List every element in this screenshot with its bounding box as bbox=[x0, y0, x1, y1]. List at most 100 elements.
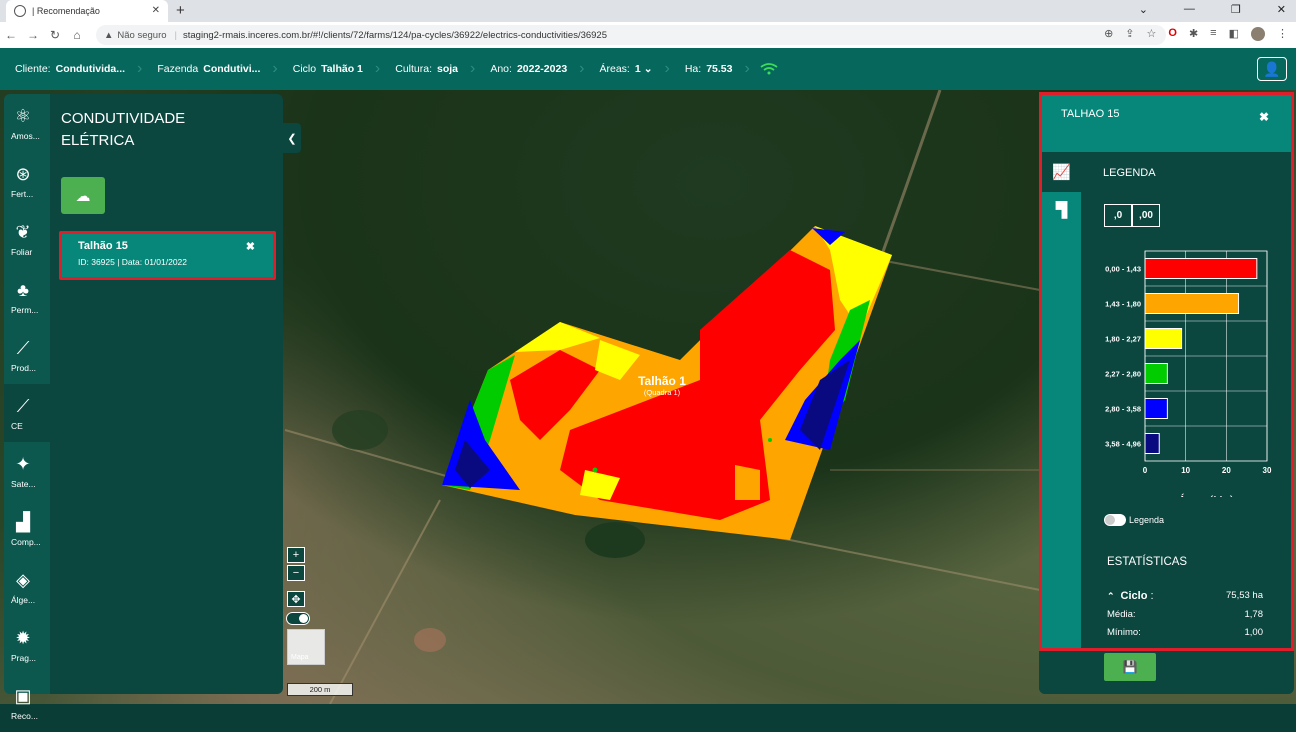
close-tab-icon[interactable]: ✕ bbox=[152, 5, 160, 16]
minimize-icon[interactable]: — bbox=[1184, 3, 1195, 16]
rail-item-satelite[interactable]: ✦ Sate... bbox=[4, 442, 50, 500]
bar bbox=[1144, 433, 1160, 454]
wifi-icon bbox=[760, 63, 778, 75]
stat-ciclo[interactable]: ⌃ Ciclo : 75,53 ha bbox=[1107, 590, 1263, 602]
right-panel-footer bbox=[1039, 651, 1294, 694]
browser-extensions: ⊕ ⇪ ☆ O ✱ ≡ ◧ ⋮ bbox=[1104, 27, 1288, 41]
category-label: 1,43 - 1,80 bbox=[1105, 300, 1141, 309]
x-tick-label: 30 bbox=[1263, 466, 1272, 475]
conductivity-list-item[interactable]: Talhão 15 ID: 36925 | Data: 01/01/2022 ✖ bbox=[59, 231, 276, 280]
legend-chart: 0 10 20 30 0,00 - 1,43 1,43 - 1,80 1,80 - 2,27… bbox=[1105, 250, 1272, 497]
rail-item-foliar[interactable]: ❦ Foliar bbox=[4, 210, 50, 268]
legend-toggle[interactable]: Legenda bbox=[1104, 514, 1164, 526]
minus-icon: − bbox=[292, 567, 300, 579]
tab-style[interactable]: ▜ bbox=[1042, 192, 1081, 228]
rail-item-compactacao[interactable]: ▟ Comp... bbox=[4, 500, 50, 558]
close-window-icon[interactable]: ✕ bbox=[1277, 3, 1286, 16]
tab-chart[interactable]: 📈 bbox=[1042, 152, 1081, 192]
chart-line-icon: ⟋ bbox=[16, 337, 30, 358]
details-tabs: 📈 ▜ bbox=[1042, 152, 1081, 648]
remove-item-icon[interactable]: ✖ bbox=[246, 240, 255, 253]
chart-line-icon: 📈 bbox=[1052, 164, 1071, 181]
rail-item-recomendacao[interactable]: ▣ Reco... bbox=[4, 674, 50, 732]
fertility-icon: ⊛ bbox=[15, 163, 31, 184]
decrease-decimals-button[interactable]: ,0 bbox=[1104, 204, 1132, 227]
user-account-button[interactable]: 👤 bbox=[1257, 57, 1287, 81]
save-button[interactable]: 💾 bbox=[1104, 653, 1156, 681]
bar bbox=[1144, 328, 1183, 349]
not-secure-label: Não seguro bbox=[117, 29, 167, 41]
layers-icon: ◈ bbox=[16, 569, 30, 590]
rail-item-produtividade[interactable]: ⟋ Prod... bbox=[4, 326, 50, 384]
item-name: Talhão 15 bbox=[78, 240, 128, 252]
side-panel-icon[interactable]: ◧ bbox=[1229, 27, 1239, 41]
zoom-icon[interactable]: ⊕ bbox=[1104, 27, 1113, 41]
opera-icon[interactable]: O bbox=[1168, 27, 1177, 41]
home-icon[interactable]: ⌂ bbox=[66, 28, 88, 42]
breadcrumb-farm[interactable]: Fazenda Condutivi... › bbox=[142, 48, 277, 90]
new-tab-button[interactable]: + bbox=[176, 2, 185, 19]
legend-switch[interactable] bbox=[1104, 514, 1126, 526]
category-label: 2,80 - 3,58 bbox=[1105, 405, 1141, 414]
window-controls: ⌄ — ❐ ✕ bbox=[1139, 3, 1286, 16]
menu-icon[interactable]: ⋮ bbox=[1277, 27, 1288, 41]
basemap-selector[interactable]: Mapa bbox=[287, 629, 325, 665]
chevron-left-icon: ❮ bbox=[287, 132, 297, 145]
basemap-label: Mapa bbox=[291, 654, 309, 661]
rail-item-fertilidade[interactable]: ⊛ Fert... bbox=[4, 152, 50, 210]
cloud-upload-icon: ☁ bbox=[75, 187, 91, 205]
bar bbox=[1144, 363, 1168, 384]
tab-strip: | Recomendação ✕ + ⌄ — ❐ ✕ bbox=[0, 0, 1296, 22]
breadcrumb-crop: Cultura: soja › bbox=[395, 60, 476, 77]
restore-icon[interactable]: ❐ bbox=[1231, 3, 1241, 16]
stat-minimo: Mínimo: 1,00 bbox=[1107, 627, 1263, 638]
upload-button[interactable]: ☁ bbox=[61, 177, 105, 214]
category-label: 0,00 - 1,43 bbox=[1105, 265, 1141, 274]
module-sidebar: ⚛ Amos... ⊛ Fert... ❦ Foliar ♣ Perm... ⟋… bbox=[4, 94, 50, 721]
warning-icon: ▲ bbox=[104, 29, 114, 41]
details-panel: TALHAO 15 ✖ 📈 ▜ LEGENDA ,0 ,00 0 10 20 30 0,… bbox=[1039, 92, 1294, 651]
extensions-icon[interactable]: ✱ bbox=[1189, 27, 1198, 41]
profile-avatar[interactable] bbox=[1251, 27, 1265, 41]
rail-item-algebra[interactable]: ◈ Álge... bbox=[4, 558, 50, 616]
breadcrumb-year[interactable]: Ano: 2022-2023 › bbox=[475, 48, 584, 90]
sampling-icon: ⚛ bbox=[14, 105, 32, 126]
forward-icon[interactable]: → bbox=[22, 28, 44, 42]
increase-decimals-button[interactable]: ,00 bbox=[1132, 204, 1160, 227]
stat-media: Média: 1,78 bbox=[1107, 609, 1263, 620]
chevron-right-icon: › bbox=[744, 60, 750, 77]
user-icon: 👤 bbox=[1263, 60, 1281, 77]
browser-tab[interactable]: | Recomendação ✕ bbox=[6, 0, 168, 22]
rail-item-ce[interactable]: ⟋ CE bbox=[4, 384, 50, 442]
bar bbox=[1144, 398, 1168, 419]
bookmark-star-icon[interactable]: ☆ bbox=[1147, 27, 1157, 41]
collapse-panel-button[interactable]: ❮ bbox=[283, 123, 301, 153]
back-icon[interactable]: ← bbox=[0, 28, 22, 42]
field-label: Talhão 1 bbox=[638, 374, 686, 388]
rail-item-pragas[interactable]: ✹ Prag... bbox=[4, 616, 50, 674]
breadcrumb-cycle[interactable]: Ciclo Talhão 1 › bbox=[278, 48, 381, 90]
hectares-info: Ha: 75.53 › bbox=[670, 48, 778, 90]
rail-item-permanente[interactable]: ♣ Perm... bbox=[4, 268, 50, 326]
breadcrumb-client[interactable]: Cliente: Condutivida... › bbox=[0, 48, 142, 90]
reload-icon[interactable]: ↻ bbox=[44, 28, 66, 42]
legend-toggle-label: Legenda bbox=[1129, 515, 1165, 525]
layer-toggle[interactable] bbox=[286, 612, 310, 625]
floppy-disk-icon: 💾 bbox=[1122, 660, 1138, 674]
pan-button[interactable]: ✥ bbox=[287, 591, 305, 607]
bug-icon: ✹ bbox=[15, 627, 31, 648]
decimal-buttons: ,0 ,00 bbox=[1104, 204, 1160, 227]
share-icon[interactable]: ⇪ bbox=[1125, 27, 1134, 41]
zoom-out-button[interactable]: − bbox=[287, 565, 305, 581]
address-bar[interactable]: ▲ Não seguro | staging2-rmais.inceres.co… bbox=[96, 25, 1166, 45]
x-axis-label: Área (Ha) bbox=[1178, 493, 1234, 497]
stat-ciclo-value: 75,53 ha bbox=[1226, 590, 1263, 601]
zoom-in-button[interactable]: + bbox=[287, 547, 305, 563]
areas-dropdown[interactable]: Áreas: 1 ⌄ › bbox=[585, 48, 670, 90]
chart-line-icon: ⟋ bbox=[16, 395, 30, 416]
plus-icon: + bbox=[292, 549, 300, 561]
reading-list-icon[interactable]: ≡ bbox=[1210, 27, 1216, 41]
tab-search-icon[interactable]: ⌄ bbox=[1139, 3, 1148, 16]
rail-item-amostragem[interactable]: ⚛ Amos... bbox=[4, 94, 50, 152]
close-icon[interactable]: ✖ bbox=[1259, 110, 1269, 124]
